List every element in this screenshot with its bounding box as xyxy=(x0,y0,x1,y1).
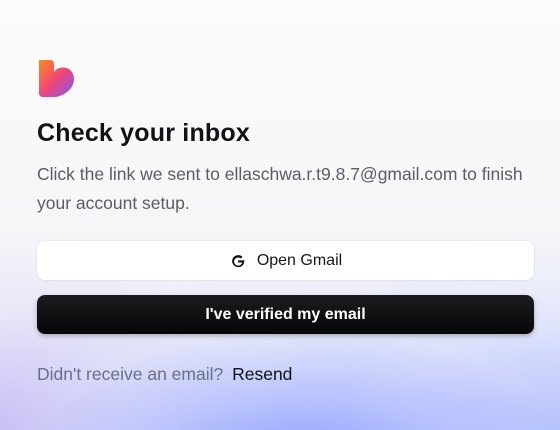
verified-email-button[interactable]: I've verified my email xyxy=(37,295,534,334)
resend-row: Didn't receive an email? Resend xyxy=(37,362,534,386)
open-gmail-label: Open Gmail xyxy=(256,251,343,269)
instruction-text: Click the link we sent to ellaschwa.r.t9… xyxy=(37,164,523,213)
resend-prompt: Didn't receive an email? xyxy=(37,364,224,384)
check-inbox-panel: Check your inbox Click the link we sent … xyxy=(37,58,534,386)
google-g-icon xyxy=(231,254,245,267)
verified-email-label: I've verified my email xyxy=(205,305,366,323)
open-gmail-button[interactable]: Open Gmail xyxy=(37,241,534,280)
heart-logo-icon xyxy=(39,60,74,97)
resend-link[interactable]: Resend xyxy=(232,364,292,384)
page-title: Check your inbox xyxy=(37,119,250,147)
